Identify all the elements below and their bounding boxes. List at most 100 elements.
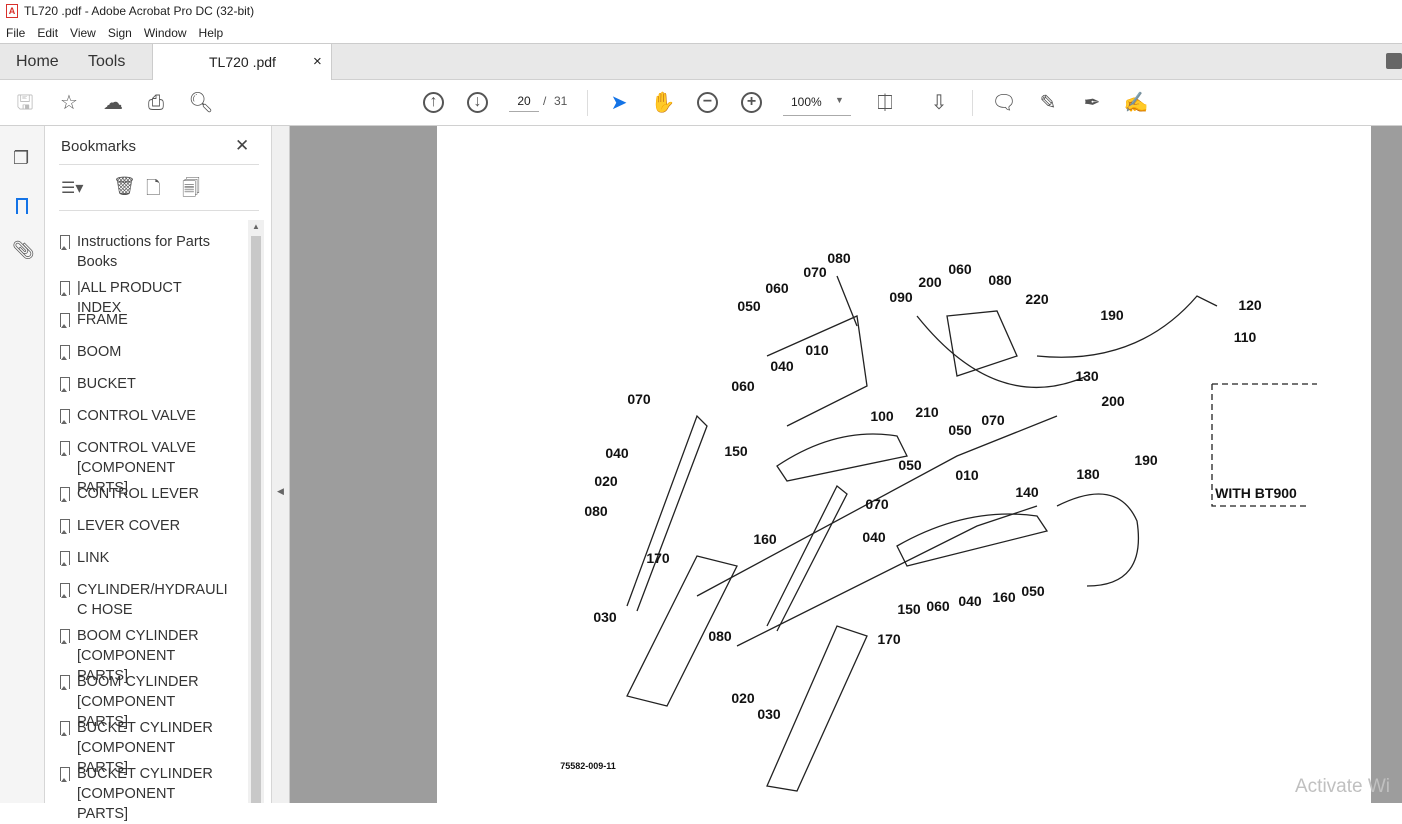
bookmark-label: BOOM — [77, 344, 122, 360]
menu-help[interactable]: Help — [199, 26, 224, 40]
new-bookmark-icon[interactable]: 🗋 — [146, 176, 160, 206]
zoom-in-icon[interactable]: + — [741, 92, 762, 113]
page-number-input[interactable]: 20 — [509, 94, 539, 112]
menu-sign[interactable]: Sign — [108, 26, 132, 40]
bookmark-item[interactable]: Instructions for Parts Books — [60, 232, 227, 272]
diagram-line — [776, 433, 908, 482]
bookmark-item[interactable]: BUCKET — [60, 374, 227, 394]
bookmark-icon — [60, 345, 70, 360]
menu-edit[interactable]: Edit — [37, 26, 58, 40]
menu-window[interactable]: Window — [144, 26, 187, 40]
next-page-icon[interactable]: ↓ — [467, 92, 488, 113]
part-callout: 130 — [1075, 368, 1099, 384]
part-callout: 060 — [765, 280, 789, 296]
bookmark-label: BUCKET CYLINDER [COMPONENT PARTS] — [77, 766, 213, 822]
tab-home[interactable]: Home — [16, 53, 59, 71]
diagram-line — [836, 275, 858, 327]
highlight-pen-icon[interactable]: ✎ — [1035, 90, 1061, 116]
part-callout: 050 — [1021, 583, 1045, 599]
close-panel-icon[interactable]: ✕ — [235, 136, 249, 156]
divider — [59, 210, 259, 211]
scroll-up-arrow-icon[interactable]: ▲ — [252, 222, 260, 231]
edit-pdf-icon[interactable]: ✍ — [1123, 90, 1149, 116]
part-callout: 200 — [918, 274, 942, 290]
bookmark-item[interactable]: LINK — [60, 548, 227, 568]
page-thumbnails-icon[interactable]: ❐ — [13, 148, 29, 169]
diagram-line — [946, 310, 1018, 377]
part-callout: 080 — [827, 250, 851, 266]
part-callout: 050 — [898, 457, 922, 473]
page-fit-icon[interactable]: ⎅ — [872, 90, 898, 116]
toolbar: 🖫 ☆ ☁ ⎙ 🔍︎ ↑ ↓ 20 / 31 ➤ ✋ − + 100% ▼ ⎅ … — [0, 80, 1402, 126]
document-viewer[interactable]: 080 070 060 050 090 200 060 080 220 190 120 110 010 0… — [290, 126, 1402, 803]
part-callout: 170 — [877, 631, 901, 647]
diagram-line — [1056, 493, 1139, 587]
attachments-paperclip-icon[interactable]: 📎︎ — [12, 240, 35, 261]
bookmark-icon — [60, 409, 70, 424]
part-callout: 150 — [897, 601, 921, 617]
collapse-panel-strip[interactable]: ◀ — [272, 126, 290, 803]
collapse-arrow-icon[interactable]: ◀ — [277, 486, 284, 497]
part-callout: 080 — [584, 503, 608, 519]
menu-bar: File Edit View Sign Window Help — [0, 22, 1402, 43]
tab-tools[interactable]: Tools — [88, 53, 125, 71]
part-callout: 050 — [737, 298, 761, 314]
window-title: TL720 .pdf - Adobe Acrobat Pro DC (32-bi… — [24, 4, 255, 18]
zoom-dropdown[interactable]: 100% ▼ — [783, 92, 851, 116]
part-callout: 070 — [803, 264, 827, 280]
comment-icon[interactable]: 🗨 — [991, 90, 1017, 116]
part-callout: 170 — [646, 550, 670, 566]
part-callout: 070 — [981, 412, 1005, 428]
bookmark-item[interactable]: LEVER COVER — [60, 516, 227, 536]
print-icon[interactable]: ⎙ — [143, 90, 169, 116]
hand-tool-icon[interactable]: ✋ — [650, 90, 676, 116]
sign-icon[interactable]: ✒ — [1079, 90, 1105, 116]
close-tab-icon[interactable]: × — [313, 53, 322, 70]
divider — [972, 90, 973, 116]
bookmarks-panel: Bookmarks ✕ ☰▾ 🗑︎ 🗋 🗐 Instructions for P… — [45, 126, 272, 822]
part-callout: 060 — [948, 261, 972, 277]
delete-bookmark-icon[interactable]: 🗑︎ — [113, 176, 136, 197]
bookmark-item[interactable]: BOOM — [60, 342, 227, 362]
part-callout: 020 — [731, 690, 755, 706]
options-menu-icon[interactable]: ☰▾ — [61, 178, 83, 198]
part-callout: 060 — [926, 598, 950, 614]
divider — [587, 90, 588, 116]
save-icon[interactable]: 🖫 — [12, 90, 38, 116]
zoom-out-icon[interactable]: − — [697, 92, 718, 113]
zoom-search-icon[interactable]: 🔍︎ — [188, 90, 214, 116]
bookmark-item[interactable]: CONTROL VALVE — [60, 406, 227, 426]
menu-file[interactable]: File — [6, 26, 25, 40]
bookmark-item[interactable]: CONTROL LEVER — [60, 484, 227, 504]
diagram-line — [766, 484, 848, 632]
diagram-line — [916, 315, 1088, 389]
part-callout: 080 — [708, 628, 732, 644]
bookmark-label: LINK — [77, 550, 110, 566]
comment-bubble-icon[interactable] — [1386, 53, 1402, 69]
bookmark-item[interactable]: BUCKET CYLINDER [COMPONENT PARTS] — [60, 764, 227, 824]
part-callout: 160 — [992, 589, 1016, 605]
upload-cloud-icon[interactable]: ☁ — [100, 90, 126, 116]
menu-view[interactable]: View — [70, 26, 96, 40]
bookmark-item[interactable]: FRAME — [60, 310, 227, 330]
bookmark-star-icon[interactable]: ☆ — [56, 90, 82, 116]
select-cursor-icon[interactable]: ➤ — [606, 90, 632, 116]
part-callout: 060 — [731, 378, 755, 394]
part-callout: 040 — [605, 445, 629, 461]
part-callout: 070 — [865, 496, 889, 512]
bookmarks-icon[interactable] — [16, 198, 28, 214]
part-callout: 190 — [1100, 307, 1124, 323]
part-callout: 110 — [1233, 329, 1257, 345]
left-navigation-rail: ❐ 📎︎ — [0, 126, 45, 803]
scrollbar-thumb[interactable] — [251, 236, 261, 803]
bookmark-item[interactable]: CYLINDER/HYDRAULI C HOSE — [60, 580, 228, 620]
bookmark-icon — [60, 313, 70, 328]
bookmarks-scrollbar[interactable]: ▲ — [248, 220, 264, 803]
previous-page-icon[interactable]: ↑ — [423, 92, 444, 113]
scroll-mode-icon[interactable]: ⇩ — [926, 90, 952, 116]
part-callout: 010 — [955, 467, 979, 483]
part-callout: 220 — [1025, 291, 1049, 307]
bookmark-search-icon[interactable]: 🗐 — [182, 176, 200, 206]
bookmark-icon — [60, 675, 70, 690]
tab-document[interactable]: TL720 .pdf × — [152, 44, 332, 81]
